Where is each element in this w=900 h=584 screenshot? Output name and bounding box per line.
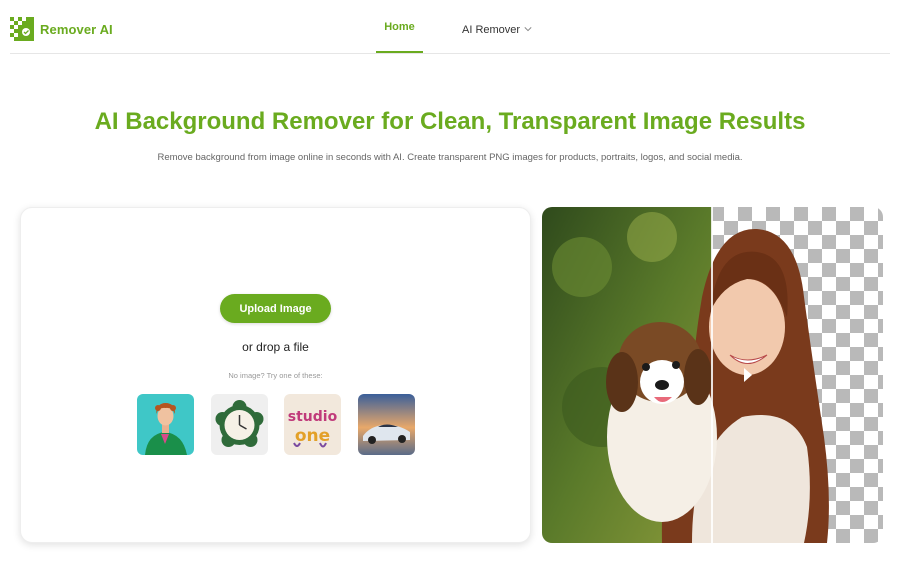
brand-name: Remover AI (40, 21, 113, 37)
brand-logo[interactable]: Remover AI (10, 17, 113, 41)
drop-file-text: or drop a file (242, 340, 309, 354)
nav-ai-remover[interactable]: AI Remover (462, 0, 532, 60)
chevron-down-icon (524, 24, 532, 36)
page-title: AI Background Remover for Clean, Transpa… (94, 108, 806, 135)
arrow-left-icon[interactable] (669, 366, 681, 384)
nav-ai-remover-label: AI Remover (462, 24, 521, 36)
svg-text:studio: studio (288, 409, 338, 425)
sample-thumbnail-studio-one[interactable]: studio one (284, 394, 341, 455)
sample-thumbnail-car[interactable] (358, 394, 415, 455)
checker-logo-icon (10, 17, 34, 41)
page-subtitle: Remove background from image online in s… (157, 152, 743, 163)
samples-hint: No image? Try one of these: (228, 371, 323, 380)
sample-thumbnail-person[interactable] (137, 394, 194, 455)
site-header: Remover AI Home AI Remover (0, 0, 900, 54)
header-divider (10, 53, 890, 54)
sample-thumbnail-clock[interactable] (211, 394, 268, 455)
arrow-right-icon[interactable] (742, 366, 754, 384)
before-after-comparison[interactable] (542, 207, 883, 543)
svg-text:one: one (295, 426, 330, 446)
nav-home[interactable]: Home (376, 0, 423, 54)
upload-image-button[interactable]: Upload Image (220, 294, 331, 323)
